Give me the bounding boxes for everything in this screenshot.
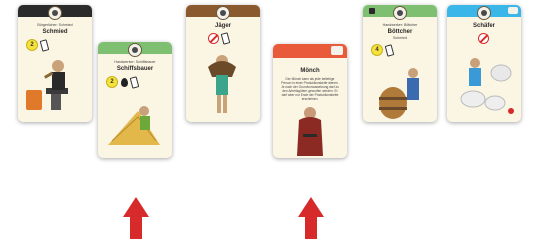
medal-icon <box>393 6 407 20</box>
card-band <box>186 5 260 20</box>
arrow-up-icon <box>123 197 149 239</box>
card-icons: 2 <box>98 75 172 89</box>
card-subtitle: Handwerker: Schiffsbauer <box>114 60 156 64</box>
hunter-illustration <box>208 55 236 113</box>
card-jaeger[interactable]: Jäger <box>186 5 260 122</box>
no-entry-icon <box>478 33 489 44</box>
card-schmied[interactable]: Bürgerlicher: Schmied Schmied 2 <box>18 5 92 122</box>
card-boettcher[interactable]: Handwerker: Böttcher Böttcher Schmied 4 <box>363 5 437 122</box>
blacksmith-illustration <box>26 60 68 110</box>
shepherd-illustration <box>460 58 514 114</box>
phone-icon <box>129 75 140 89</box>
medal-icon <box>477 6 491 20</box>
card-schaefer[interactable]: Schäfer <box>447 5 521 122</box>
card-name: Schäfer <box>472 23 495 29</box>
card-name: Schmied <box>42 29 68 35</box>
card-description: Der Mönch kann als jede beliebige Person… <box>281 77 339 101</box>
no-entry-icon <box>208 33 219 44</box>
card-subtitle-2: Schmied <box>393 36 407 40</box>
card-icons <box>186 32 260 45</box>
cooper-illustration <box>379 68 419 119</box>
card-band <box>273 44 347 58</box>
phone-icon <box>220 32 231 45</box>
card-band <box>363 5 437 20</box>
card-schiffsbauer[interactable]: Handwerker: Schiffsbauer Schiffsbauer 2 <box>98 42 172 158</box>
monk-illustration <box>297 107 323 156</box>
card-icons: 4 <box>363 43 437 57</box>
card-band <box>18 5 92 20</box>
drop-icon <box>121 77 128 87</box>
lock-icon <box>369 8 375 14</box>
card-band <box>447 5 521 20</box>
card-moench[interactable]: Mönch Der Mönch kann als jede beliebige … <box>273 44 347 158</box>
card-icons <box>447 33 521 44</box>
phone-icon <box>384 43 395 57</box>
badge-icon <box>508 7 518 14</box>
card-subtitle: Bürgerlicher: Schmied <box>37 23 73 27</box>
coin-icon: 2 <box>106 76 118 88</box>
card-name: Schiffsbauer <box>116 66 154 72</box>
card-name: Böttcher <box>387 29 413 35</box>
coin-icon: 2 <box>26 39 38 51</box>
card-name: Jäger <box>214 23 231 29</box>
arrow-up-icon <box>298 197 324 239</box>
phone-icon <box>39 38 50 52</box>
card-icons: 2 <box>18 38 92 52</box>
card-subtitle: Handwerker: Böttcher <box>382 23 418 27</box>
medal-icon <box>216 6 230 20</box>
medal-icon <box>48 6 62 20</box>
shipbuilder-illustration <box>108 106 160 145</box>
medal-icon <box>128 43 142 57</box>
coin-icon: 4 <box>371 44 383 56</box>
card-band <box>98 42 172 57</box>
badge-icon <box>331 46 343 55</box>
